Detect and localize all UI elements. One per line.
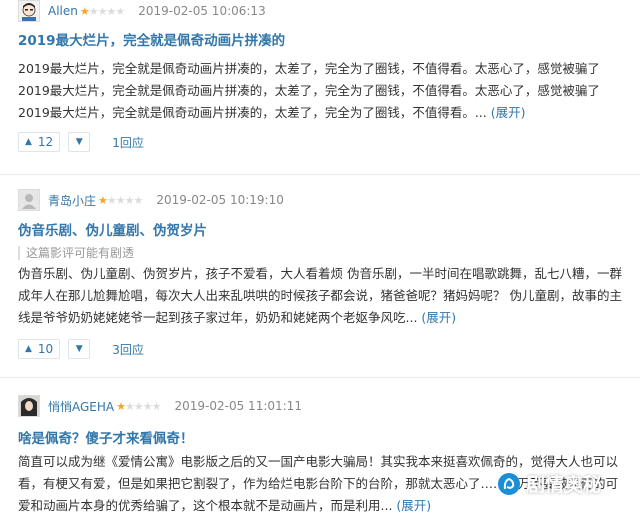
downvote-icon: ▼ <box>75 344 83 354</box>
expand-link[interactable]: (展开) <box>396 498 431 513</box>
upvote-count: 10 <box>37 342 54 356</box>
downvote-icon: ▼ <box>75 137 83 147</box>
review-header: 悄悄AGEHA ★★★★★ 2019-02-05 11:01:11 <box>18 395 302 417</box>
review-title[interactable]: 啥是佩奇？傻子才来看佩奇！ <box>18 427 194 447</box>
avatar[interactable] <box>18 395 40 417</box>
username[interactable]: 悄悄AGEHA <box>48 398 114 415</box>
expand-link[interactable]: (展开) <box>421 310 456 325</box>
review-actions: ▲ 12 ▼ 1回应 <box>18 131 144 153</box>
upvote-count: 12 <box>37 135 54 149</box>
avatar-face-icon <box>19 1 39 21</box>
reply-link[interactable]: 3回应 <box>112 341 144 358</box>
star-empty-icon: ★ <box>88 4 99 18</box>
avatar[interactable] <box>18 0 40 22</box>
rating-stars: ★★★★★ <box>79 4 125 18</box>
review-body: 伪音乐剧、伪儿童剧、伪贺岁片，孩子不爱看，大人看着烦 伪音乐剧，一半时间在唱歌跳… <box>18 263 628 329</box>
avatar-photo-icon <box>19 396 39 416</box>
star-empty-icon: ★ <box>133 399 144 413</box>
downvote-button[interactable]: ▼ <box>68 132 91 152</box>
review-time: 2019-02-05 11:01:11 <box>174 399 302 413</box>
review-body: 2019最大烂片，完全就是佩奇动画片拼凑的，太差了，完全为了圈钱，不值得看。太恶… <box>18 58 628 124</box>
star-empty-icon: ★ <box>142 399 153 413</box>
star-filled-icon: ★ <box>116 399 126 413</box>
upvote-button[interactable]: ▲ 10 <box>18 339 61 359</box>
avatar[interactable] <box>18 189 40 211</box>
review-time: 2019-02-05 10:06:13 <box>138 4 266 18</box>
star-empty-icon: ★ <box>151 399 162 413</box>
review-title[interactable]: 伪音乐剧、伪儿童剧、伪贺岁片 <box>18 219 207 239</box>
watermark-logo-icon <box>498 472 520 495</box>
star-filled-icon: ★ <box>98 193 108 207</box>
default-avatar-icon <box>19 190 39 210</box>
star-empty-icon: ★ <box>97 4 108 18</box>
rating-stars: ★★★★★ <box>98 193 144 207</box>
upvote-button[interactable]: ▲ 12 <box>18 132 61 152</box>
review-actions: ▲ 10 ▼ 3回应 <box>18 338 144 360</box>
watermark: 剧情奥秘 <box>498 470 602 497</box>
star-empty-icon: ★ <box>133 193 144 207</box>
review-header: 青岛小庄 ★★★★★ 2019-02-05 10:19:10 <box>18 189 284 211</box>
reply-link[interactable]: 1回应 <box>112 134 144 151</box>
username[interactable]: 青岛小庄 <box>48 192 96 209</box>
downvote-button[interactable]: ▼ <box>68 339 91 359</box>
review-header: Allen ★★★★★ 2019-02-05 10:06:13 <box>18 0 266 22</box>
review-time: 2019-02-05 10:19:10 <box>156 193 284 207</box>
star-empty-icon: ★ <box>125 399 135 413</box>
star-empty-icon: ★ <box>115 193 126 207</box>
upvote-icon: ▲ <box>25 344 32 354</box>
spoiler-warning: 这篇影评可能有剧透 <box>18 246 134 260</box>
upvote-icon: ▲ <box>25 137 32 147</box>
star-empty-icon: ★ <box>124 193 135 207</box>
star-empty-icon: ★ <box>106 193 117 207</box>
rating-stars: ★★★★★ <box>116 399 162 413</box>
star-filled-icon: ★ <box>79 4 90 18</box>
star-empty-icon: ★ <box>115 4 125 18</box>
divider <box>0 174 640 175</box>
expand-link[interactable]: (展开) <box>491 105 526 120</box>
review-title[interactable]: 2019最大烂片，完全就是佩奇动画片拼凑的 <box>18 29 285 49</box>
review-text: 伪音乐剧、伪儿童剧、伪贺岁片，孩子不爱看，大人看着烦 伪音乐剧，一半时间在唱歌跳… <box>18 266 622 325</box>
divider <box>0 377 640 378</box>
username[interactable]: Allen <box>48 4 78 18</box>
watermark-text: 剧情奥秘 <box>526 474 603 496</box>
